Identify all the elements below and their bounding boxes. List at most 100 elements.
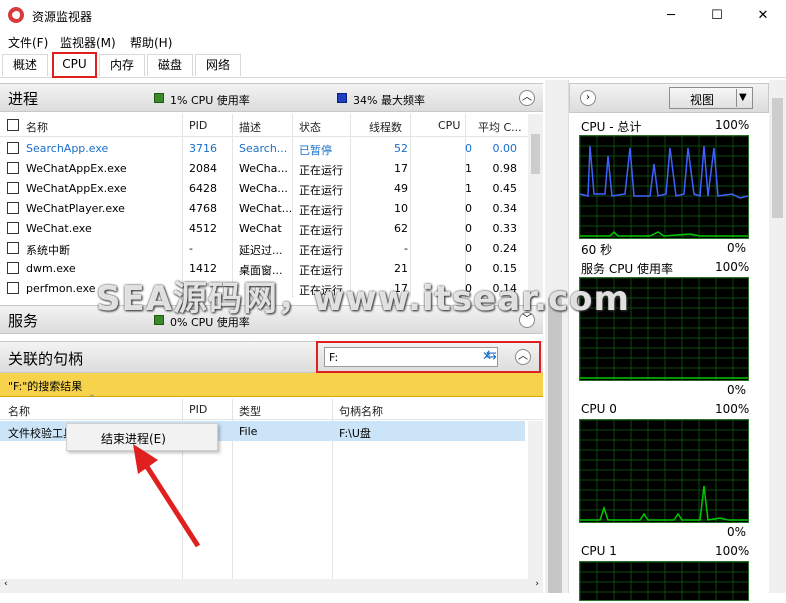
- process-cell: 0.98: [492, 162, 518, 175]
- col-status[interactable]: 状态: [299, 119, 321, 135]
- process-cell: WeChatPlayer.exe: [26, 202, 125, 215]
- process-cell: 0: [465, 222, 472, 235]
- process-section-header[interactable]: 进程 1% CPU 使用率 34% 最大频率 ︿: [0, 83, 543, 112]
- process-cell: 3716: [189, 142, 217, 155]
- process-table-header: 名称 PID 描述 状态 线程数 CPU 平均 C...: [0, 113, 528, 137]
- process-cell: -: [404, 242, 408, 255]
- pane-splitter[interactable]: [545, 80, 568, 593]
- process-cell: WeCha...: [239, 182, 288, 195]
- graph-service-cpu-max: 100%: [715, 260, 750, 274]
- process-cell: 1: [465, 162, 472, 175]
- graph-cpu0-title: CPU 0: [581, 402, 617, 416]
- right-scroll-thumb[interactable]: [772, 98, 783, 218]
- row-checkbox[interactable]: [7, 202, 19, 214]
- handles-horizontal-scrollbar[interactable]: ‹ ›: [0, 579, 543, 593]
- menu-file[interactable]: 文件(F): [8, 34, 48, 51]
- table-row[interactable]: 系统中断 - 延迟过... 正在运行 - 0 0.24: [0, 238, 528, 258]
- handles-scrollbar[interactable]: [528, 421, 543, 579]
- max-frequency-trace: [579, 145, 749, 199]
- graph-cpu1-max: 100%: [715, 544, 750, 558]
- process-section-title: 进程: [8, 90, 39, 108]
- col-description[interactable]: 描述: [239, 119, 261, 135]
- tab-memory[interactable]: 内存: [99, 54, 145, 76]
- process-cell: -: [189, 242, 193, 255]
- process-scroll-thumb[interactable]: [531, 134, 540, 174]
- col-handle-pid[interactable]: PID: [189, 403, 207, 416]
- handle-search-value: F:: [329, 351, 339, 364]
- process-cpu-usage: 1% CPU 使用率: [170, 94, 250, 107]
- process-cell: 正在运行: [299, 204, 343, 217]
- process-cell: SearchApp.exe: [26, 142, 109, 155]
- view-button-divider: [736, 89, 737, 107]
- window-title: 资源监视器: [32, 10, 93, 24]
- expand-right-icon[interactable]: ›: [580, 90, 596, 106]
- handle-search-input[interactable]: F: ✕: [324, 347, 498, 367]
- tab-network[interactable]: 网络: [195, 54, 241, 76]
- watermark: SEA源码网，www.itsear.com: [96, 279, 630, 319]
- minimize-button[interactable]: ─: [648, 0, 694, 31]
- scroll-left-icon[interactable]: ‹: [4, 579, 8, 589]
- close-button[interactable]: ✕: [740, 0, 786, 31]
- outer-scroll-thumb[interactable]: [548, 298, 562, 593]
- tab-cpu[interactable]: CPU: [52, 52, 97, 78]
- col-handle-type[interactable]: 类型: [239, 403, 261, 419]
- process-cell: 0: [465, 242, 472, 255]
- menu-monitor[interactable]: 监视器(M): [60, 34, 116, 51]
- row-checkbox[interactable]: [7, 182, 19, 194]
- col-avg-cpu[interactable]: 平均 C...: [478, 119, 522, 135]
- scroll-right-icon[interactable]: ›: [535, 579, 539, 589]
- process-cell: dwm.exe: [26, 262, 76, 275]
- process-cell: 正在运行: [299, 164, 343, 177]
- graph-cpu-total-max: 100%: [715, 118, 750, 132]
- refresh-search-icon[interactable]: ⇆: [486, 348, 497, 363]
- process-cell: 0: [465, 202, 472, 215]
- maximize-button[interactable]: ☐: [694, 0, 740, 31]
- table-row[interactable]: WeChatPlayer.exe 4768 WeChat... 正在运行 10 0 0.34: [0, 198, 528, 218]
- table-row[interactable]: SearchApp.exe 3716 Search... 已暂停 52 0 0.00: [0, 138, 528, 158]
- row-checkbox[interactable]: [7, 282, 19, 294]
- cpu0-chart: [579, 419, 748, 522]
- col-name[interactable]: 名称: [26, 119, 48, 135]
- table-row[interactable]: WeChat.exe 4512 WeChat 正在运行 62 0 0.33: [0, 218, 528, 238]
- collapse-process-icon[interactable]: ︿: [519, 90, 535, 106]
- tab-overview[interactable]: 概述: [2, 54, 48, 76]
- view-dropdown-icon[interactable]: ▼: [739, 92, 747, 103]
- process-cell: 6428: [189, 182, 217, 195]
- row-checkbox[interactable]: [7, 162, 19, 174]
- table-row[interactable]: WeChatAppEx.exe 6428 WeCha... 正在运行 49 1 0.45: [0, 178, 528, 198]
- max-frequency-legend-icon: [337, 93, 347, 103]
- row-checkbox[interactable]: [7, 142, 19, 154]
- title-bar: 资源监视器 ─ ☐ ✕: [0, 0, 786, 31]
- process-cell: WeChat.exe: [26, 222, 92, 235]
- col-handle-process-name[interactable]: 名称: [8, 403, 30, 419]
- cpu-total-chart: [579, 135, 749, 238]
- process-cell: 4768: [189, 202, 217, 215]
- handle-row-handle: F:\U盘: [339, 427, 371, 440]
- row-checkbox[interactable]: [7, 222, 19, 234]
- col-threads[interactable]: 线程数: [369, 119, 402, 135]
- collapse-handles-icon[interactable]: ︿: [515, 349, 531, 365]
- right-scrollbar[interactable]: [769, 80, 786, 593]
- handles-table-header: ^ 名称 PID 类型 句柄名称: [0, 394, 543, 420]
- process-cell: perfmon.exe: [26, 282, 96, 295]
- search-result-text: "F:"的搜索结果: [8, 380, 83, 393]
- graph-toolbar: › 视图 ▼: [569, 83, 769, 113]
- tab-disk[interactable]: 磁盘: [147, 54, 193, 76]
- col-cpu[interactable]: CPU: [438, 119, 460, 132]
- handle-row-name: 文件校验工具: [8, 427, 68, 440]
- table-row[interactable]: WeChatAppEx.exe 2084 WeCha... 正在运行 17 1 0.98: [0, 158, 528, 178]
- process-cell: 正在运行: [299, 224, 343, 237]
- menu-help[interactable]: 帮助(H): [130, 34, 172, 51]
- graph-cpu1: [579, 561, 749, 601]
- graph-cpu0: [579, 419, 749, 523]
- sort-indicator-icon: ^: [88, 394, 96, 404]
- view-button[interactable]: 视图 ▼: [669, 87, 753, 109]
- col-handle-name[interactable]: 句柄名称: [339, 403, 383, 419]
- process-cell: 正在运行: [299, 244, 343, 257]
- row-checkbox[interactable]: [7, 242, 19, 254]
- process-cell: 62: [394, 222, 408, 235]
- row-checkbox[interactable]: [7, 262, 19, 274]
- col-pid[interactable]: PID: [189, 119, 207, 132]
- select-all-checkbox[interactable]: [7, 119, 19, 131]
- graph-cpu0-min: 0%: [727, 525, 747, 539]
